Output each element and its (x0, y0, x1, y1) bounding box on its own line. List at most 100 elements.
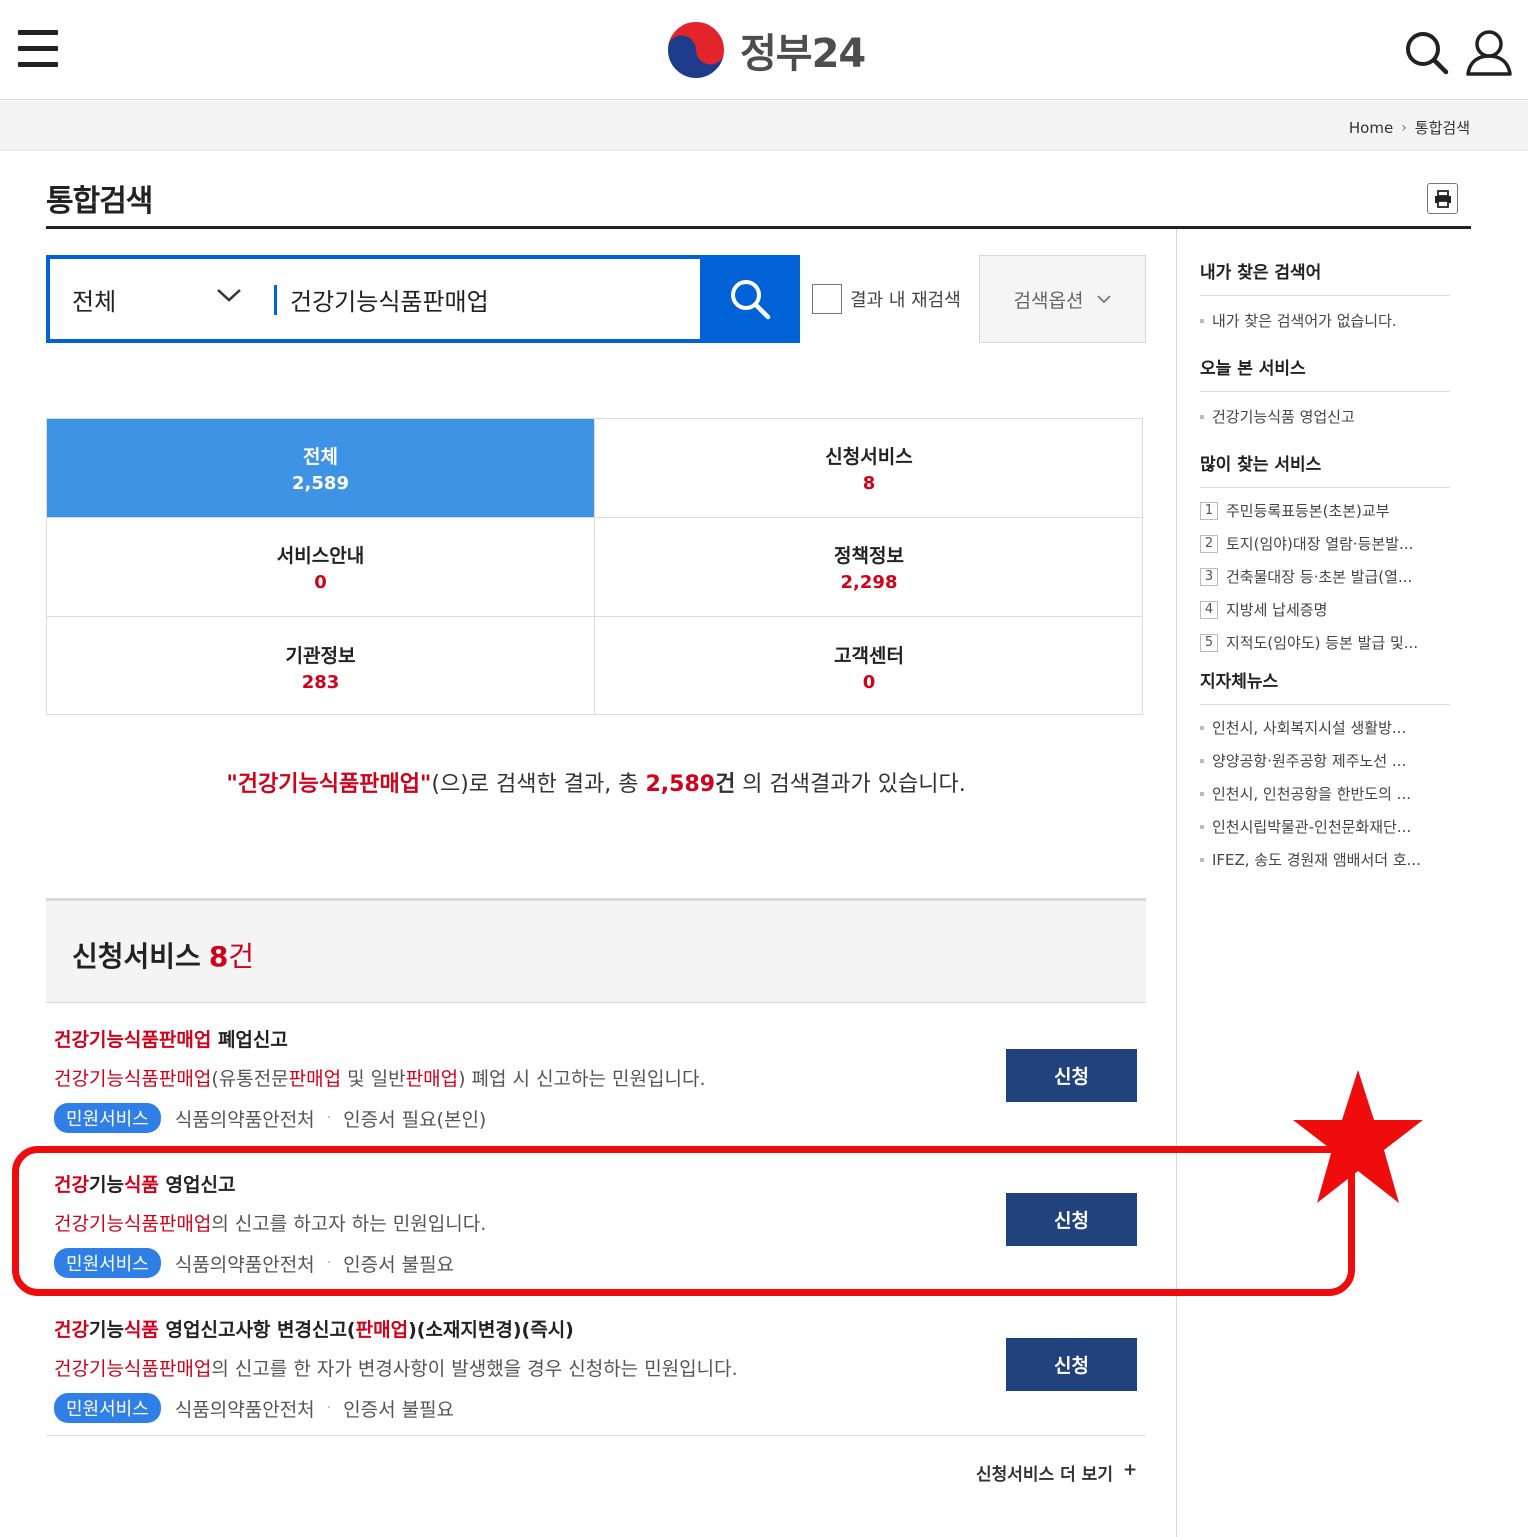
rank-badge: 3 (1200, 567, 1218, 586)
breadcrumb-band: Home › 통합검색 (0, 101, 1528, 151)
bullet-icon (1200, 857, 1204, 862)
sidebar-item[interactable]: 1 주민등록표등본(초본)교부 (1200, 500, 1450, 521)
logo-text: 정부24 (740, 31, 866, 77)
sidebar-item-label: 지적도(임야도) 등본 발급 및... (1226, 634, 1419, 652)
print-button[interactable] (1427, 183, 1458, 214)
title-text: 영업신고사항 변경신고( (158, 1319, 356, 1341)
desc-text: (유통전문 (211, 1068, 289, 1090)
user-icon[interactable] (1464, 28, 1514, 78)
breadcrumb: Home › 통합검색 (1349, 117, 1470, 138)
chevron-down-icon (217, 289, 241, 302)
section-header: 신청서비스 8건 (46, 898, 1146, 1003)
more-label: 신청서비스 더 보기 (976, 1465, 1113, 1485)
apply-button[interactable]: 신청 (1006, 1193, 1137, 1246)
tab-count: 0 (314, 572, 327, 593)
tab-count: 0 (862, 671, 876, 693)
tab-policy-info[interactable]: 정책정보 2,298 (595, 518, 1143, 617)
hamburger-menu-icon[interactable] (18, 30, 58, 68)
chevron-down-icon (1097, 294, 1112, 303)
sidebar-item[interactable]: 양양공항·원주공항 제주노선 ... (1200, 750, 1450, 771)
meta-separator: · (326, 1110, 332, 1126)
search-icon[interactable] (1402, 28, 1452, 78)
search-submit-button[interactable] (700, 255, 800, 343)
apply-button[interactable]: 신청 (1006, 1049, 1137, 1102)
result-title[interactable]: 건강기능식품 영업신고 (54, 1170, 1144, 1197)
page-title: 통합검색 (46, 184, 153, 219)
search-input[interactable] (290, 271, 690, 327)
certificate-requirement: 인증서 불필요 (343, 1398, 455, 1421)
search-options-label: 검색옵션 (1013, 289, 1084, 312)
rank-badge: 1 (1200, 501, 1218, 520)
breadcrumb-current[interactable]: 통합검색 (1415, 117, 1470, 138)
sidebar-item[interactable]: IFEZ, 송도 경원재 앰배서더 호... (1200, 849, 1450, 870)
sidebar-local-news: 지자체뉴스 인천시, 사회복지시설 생활방... 양양공항·원주공항 제주노선 … (1200, 667, 1450, 870)
title-text: )(소재지변경)(즉시) (408, 1319, 574, 1341)
research-checkbox[interactable]: 결과 내 재검색 (812, 284, 961, 314)
tab-label: 신청서비스 (825, 446, 913, 468)
tab-application-service[interactable]: 신청서비스 8 (595, 419, 1143, 518)
apply-button[interactable]: 신청 (1006, 1338, 1137, 1391)
sidebar-heading: 많이 찾는 서비스 (1200, 450, 1450, 488)
agency-name: 식품의약품안전처 (174, 1398, 315, 1421)
tab-count: 8 (862, 473, 876, 494)
bullet-icon (1200, 725, 1204, 730)
result-description: 건강기능식품판매업(유통전문판매업 및 일반판매업) 폐업 시 신고하는 민원입… (54, 1064, 1144, 1091)
category-grid: 전체 2,589 신청서비스 8 서비스안내 0 정책정보 2,298 기관정보… (46, 418, 1143, 716)
more-application-services-link[interactable]: 신청서비스 더 보기 + (976, 1460, 1137, 1485)
service-type-badge: 민원서비스 (54, 1103, 161, 1133)
title-divider (46, 226, 1471, 229)
sidebar-item[interactable]: 3 건축물대장 등·초본 발급(열... (1200, 566, 1450, 587)
sidebar-item[interactable]: 인천시립박물관-인천문화재단... (1200, 816, 1450, 837)
site-header: 정부24 (0, 0, 1528, 100)
section-title-text: 신청서비스 (72, 940, 201, 973)
title-highlight: 식품 (123, 1319, 159, 1341)
section-count: 8건 (209, 940, 254, 973)
sidebar-item[interactable]: 인천시, 인천공항을 한반도의 ... (1200, 783, 1450, 804)
sidebar-item[interactable]: 4 지방세 납세증명 (1200, 599, 1450, 620)
result-description: 건강기능식품판매업의 신고를 하고자 하는 민원입니다. (54, 1209, 1144, 1236)
sidebar-item[interactable]: 2 토지(임야)대장 열람·등본발... (1200, 533, 1450, 554)
meta-separator: · (326, 1255, 332, 1271)
search-icon (731, 280, 771, 320)
bullet-icon (1200, 414, 1204, 419)
title-text: 영업신고 (158, 1174, 236, 1196)
tab-agency-info[interactable]: 기관정보 283 (47, 617, 595, 716)
bullet-icon (1200, 318, 1204, 323)
site-logo[interactable]: 정부24 (664, 18, 866, 82)
summary-keyword: "건강기능식품판매업" (226, 772, 432, 797)
printer-icon (1434, 189, 1451, 208)
sidebar-today-viewed: 오늘 본 서비스 건강기능식품 영업신고 (1200, 354, 1450, 427)
sidebar-item-label: 양양공항·원주공항 제주노선 ... (1212, 752, 1407, 770)
summary-tail: 의 검색결과가 있습니다. (735, 772, 966, 797)
search-options-button[interactable]: 검색옵션 (979, 255, 1146, 343)
sidebar-item[interactable]: 인천시, 사회복지시설 생활방... (1200, 717, 1450, 738)
sidebar-item-label: 지방세 납세증명 (1226, 601, 1328, 619)
section-count-number: 8 (208, 940, 229, 973)
sidebar-item[interactable]: 건강기능식품 영업신고 (1200, 406, 1450, 427)
tab-customer-center[interactable]: 고객센터 0 (595, 617, 1143, 716)
result-meta: 민원서비스 식품의약품안전처 · 인증서 불필요 (54, 1248, 1144, 1278)
desc-highlight: 판매업 (288, 1068, 342, 1090)
search-scope-select[interactable]: 전체 (50, 259, 272, 339)
desc-text: 의 신고를 한 자가 변경사항이 발생했을 경우 신청하는 민원입니다. (211, 1358, 738, 1380)
desc-text: 의 신고를 하고자 하는 민원입니다. (211, 1213, 487, 1235)
sidebar-heading: 내가 찾은 검색어 (1200, 258, 1450, 296)
sidebar-my-searches: 내가 찾은 검색어 내가 찾은 검색어가 없습니다. (1200, 258, 1450, 331)
agency-name: 식품의약품안전처 (174, 1108, 315, 1131)
tab-service-guide[interactable]: 서비스안내 0 (47, 518, 595, 617)
result-item: 건강기능식품판매업 폐업신고 건강기능식품판매업(유통전문판매업 및 일반판매업… (54, 1025, 1144, 1133)
result-title[interactable]: 건강기능식품판매업 폐업신고 (54, 1025, 1144, 1052)
section-title: 신청서비스 8건 (72, 935, 254, 975)
meta-separator: · (326, 1400, 332, 1416)
sidebar-heading: 오늘 본 서비스 (1200, 354, 1450, 392)
tab-label: 정책정보 (834, 545, 904, 567)
tab-all[interactable]: 전체 2,589 (47, 419, 595, 518)
sidebar-item-label: 건강기능식품 영업신고 (1212, 408, 1355, 426)
service-type-badge: 민원서비스 (54, 1393, 161, 1423)
result-title[interactable]: 건강기능식품 영업신고사항 변경신고(판매업)(소재지변경)(즉시) (54, 1315, 1144, 1342)
breadcrumb-home[interactable]: Home (1349, 119, 1393, 137)
sidebar-item[interactable]: 5 지적도(임야도) 등본 발급 및... (1200, 632, 1450, 653)
certificate-requirement: 인증서 필요(본인) (343, 1108, 487, 1131)
summary-text: (으)로 검색한 결과, 총 (431, 772, 646, 797)
checkbox-box[interactable] (812, 284, 842, 314)
